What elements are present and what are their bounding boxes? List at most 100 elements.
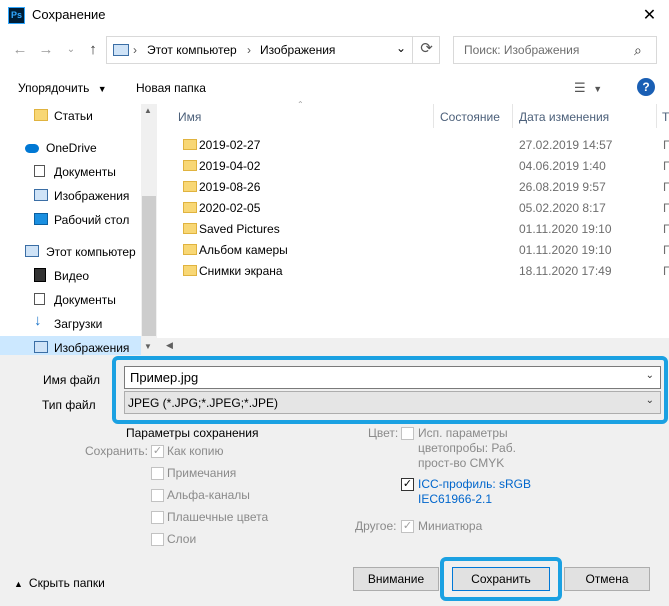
layers-checkbox[interactable] [151,533,164,546]
file-name: Снимки экрана [199,264,283,278]
back-arrow-icon[interactable]: ← [9,38,31,62]
file-date: 05.02.2020 8:17 [519,201,606,215]
file-name: Альбом камеры [199,243,288,257]
download-icon: ↓ [34,312,42,329]
nav-scrollbar-thumb[interactable] [142,196,156,336]
file-type: П [663,138,669,152]
proof-line-2: цветопробы: Раб. [418,441,516,455]
nav-item-label: Изображения [54,189,130,203]
dropdown-triangle-icon: ▼ [97,84,107,94]
thumbnail-checkbox[interactable]: ✓ [401,520,414,533]
file-row[interactable]: Альбом камеры 01.11.2020 19:10 П [157,240,669,261]
photoshop-app-icon: Ps [8,7,25,24]
refresh-button[interactable]: ⟳ [412,36,440,64]
column-divider[interactable] [656,104,657,128]
notes-label: Примечания [167,466,237,480]
dropdown-triangle-icon: ▼ [593,84,603,94]
file-name: 2019-08-26 [199,180,261,194]
nav-item-label: Документы [54,293,116,307]
breadcrumb-separator: › [133,43,137,57]
hide-folders-label: Скрыть папки [28,576,105,590]
view-options-button[interactable]: ☰ ▼ [574,80,602,96]
column-header-status[interactable]: Состояние [440,110,500,124]
file-type: П [663,222,669,236]
horizontal-scrollbar[interactable] [157,338,669,355]
scroll-up-arrow-icon[interactable]: ▲ [144,106,152,115]
file-name: 2019-02-27 [199,138,261,152]
folder-icon [34,109,48,121]
file-row[interactable]: 2019-02-27 27.02.2019 14:57 П [157,135,669,156]
nav-item-label: Загрузки [54,317,103,331]
file-date: 04.06.2019 1:40 [519,159,606,173]
address-bar[interactable]: › Этот компьютер › Изображения ⌄ [106,36,440,64]
search-input[interactable]: Поиск: Изображения ⌕ [453,36,657,64]
alpha-channels-label: Альфа-каналы [167,488,250,502]
breadcrumb-pictures[interactable]: Изображения [260,43,335,57]
column-divider[interactable] [512,104,513,128]
hide-folders-button[interactable]: ▲ Скрыть папки [14,576,105,590]
column-header-type[interactable]: Т [662,110,669,124]
file-row[interactable]: Снимки экрана 18.11.2020 17:49 П [157,261,669,282]
nav-item-label: OneDrive [46,141,97,155]
file-date: 26.08.2019 9:57 [519,180,606,194]
nav-item-documents-pc[interactable]: Документы [0,288,141,312]
icc-profile-checkbox[interactable]: ✓ [401,478,414,491]
column-header-name[interactable]: Имя [178,110,201,124]
file-row[interactable]: 2020-02-05 05.02.2020 8:17 П [157,198,669,219]
folder-icon [183,160,197,171]
desktop-icon [34,213,48,225]
as-copy-checkbox[interactable]: ✓ [151,445,164,458]
forward-arrow-icon[interactable]: → [35,38,57,62]
icc-line-1: ICC-профиль: sRGB [418,477,532,491]
recent-locations-chevron-icon[interactable]: ⌄ [60,38,82,62]
close-button[interactable]: ✕ [630,0,669,31]
nav-item-documents[interactable]: Документы [0,160,141,184]
nav-item-label: Видео [54,269,90,283]
nav-item-this-pc[interactable]: Этот компьютер [0,240,141,264]
alpha-channels-checkbox[interactable] [151,489,164,502]
warning-button[interactable]: Внимание [353,567,439,591]
nav-item-videos[interactable]: Видео [0,264,141,288]
file-date: 27.02.2019 14:57 [519,138,613,152]
folder-icon [183,223,197,234]
file-name: 2019-04-02 [199,159,261,173]
file-date: 18.11.2020 17:49 [519,264,612,278]
column-header-date[interactable]: Дата изменения [519,110,609,124]
save-highlight-frame [440,557,562,601]
organize-button[interactable]: Упорядочить ▼ [18,81,107,95]
other-label: Другое: [355,519,397,533]
thumbnail-label: Миниатюра [418,519,483,533]
column-divider[interactable] [433,104,434,128]
nav-item-articles[interactable]: Статьи [0,104,141,128]
up-arrow-icon[interactable]: ↑ [82,38,104,62]
save-label: Сохранить: [85,444,148,458]
file-type: П [663,201,669,215]
new-folder-button[interactable]: Новая папка [136,81,206,95]
breadcrumb-this-pc[interactable]: Этот компьютер [147,43,237,57]
window-title: Сохранение [32,7,106,22]
file-row[interactable]: 2019-08-26 26.08.2019 9:57 П [157,177,669,198]
filetype-label: Тип файл [42,398,96,412]
use-proof-setup-checkbox[interactable] [401,427,414,440]
nav-item-label: Документы [54,165,116,179]
notes-checkbox[interactable] [151,467,164,480]
address-dropdown-chevron-icon[interactable]: ⌄ [396,41,406,55]
scroll-left-arrow-icon[interactable]: ◀ [166,340,173,351]
file-row[interactable]: Saved Pictures 01.11.2020 19:10 П [157,219,669,240]
pictures-icon [34,341,48,353]
spot-colors-checkbox[interactable] [151,511,164,524]
folder-icon [183,265,197,276]
nav-item-onedrive[interactable]: OneDrive [0,136,141,160]
computer-icon [113,44,129,56]
save-options-title: Параметры сохранения [126,426,259,440]
nav-item-pictures[interactable]: Изображения [0,184,141,208]
file-type: П [663,243,669,257]
nav-item-downloads[interactable]: ↓ Загрузки [0,312,141,336]
scroll-down-arrow-icon[interactable]: ▼ [144,342,152,351]
nav-item-desktop[interactable]: Рабочий стол [0,208,141,232]
help-button[interactable]: ? [637,78,655,96]
file-row[interactable]: 2019-04-02 04.06.2019 1:40 П [157,156,669,177]
nav-item-label: Этот компьютер [46,245,136,259]
cancel-button[interactable]: Отмена [564,567,650,591]
search-placeholder: Поиск: Изображения [464,43,580,57]
